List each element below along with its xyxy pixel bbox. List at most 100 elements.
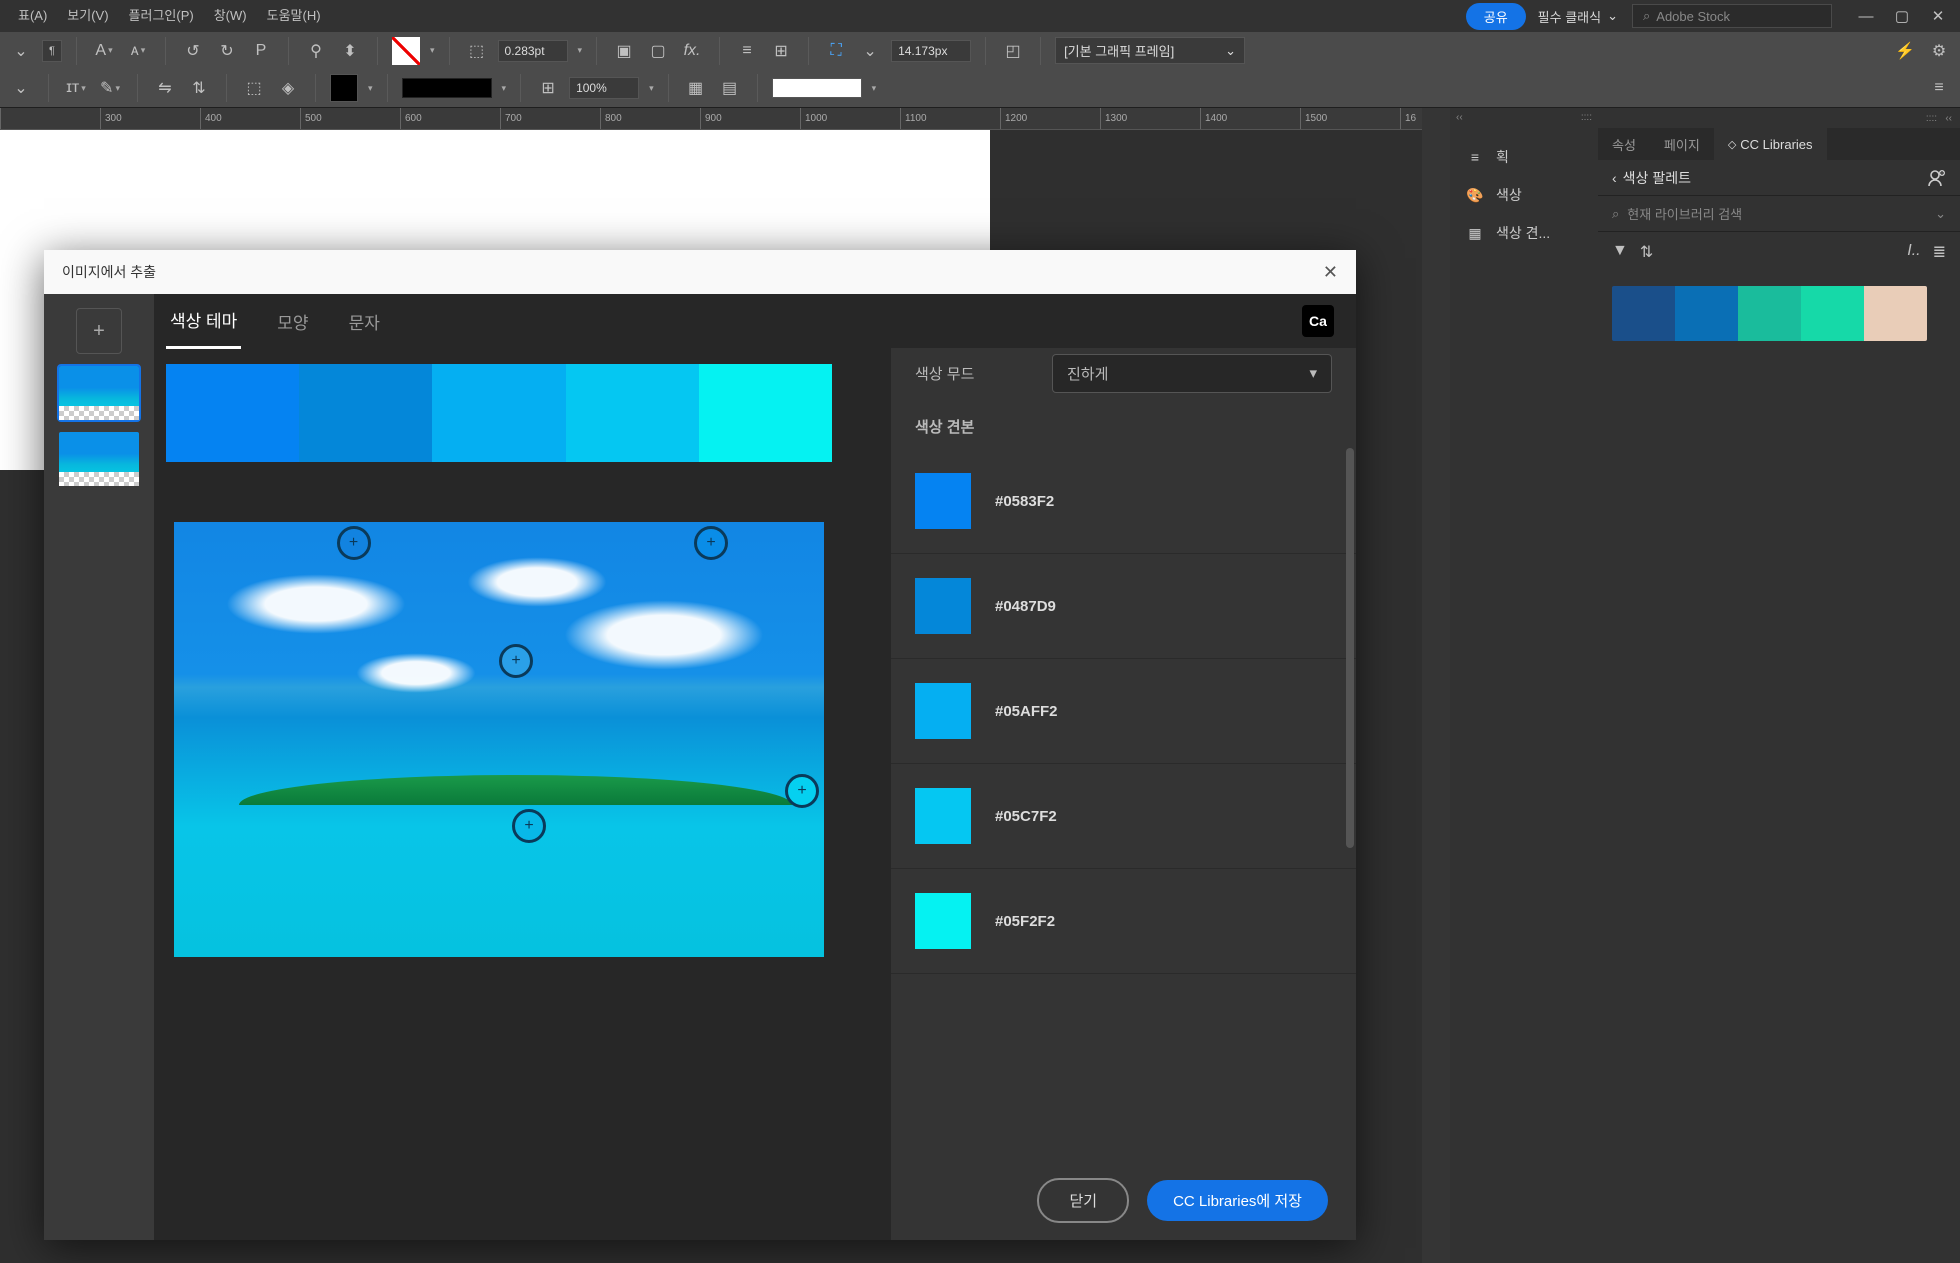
theme-color-3 <box>566 364 699 462</box>
text-path-icon[interactable]: P <box>248 38 274 64</box>
stroke-color-caret[interactable]: ▾ <box>368 83 373 94</box>
px-input[interactable]: 14.173px <box>891 40 971 62</box>
px-caret[interactable]: ⌄ <box>857 38 883 64</box>
tab-properties[interactable]: 속성 <box>1598 128 1650 160</box>
grip-icon[interactable]: :::: <box>1581 112 1592 123</box>
align-text-icon[interactable]: ≡ <box>734 38 760 64</box>
wrap-none-icon[interactable]: ▦ <box>683 75 709 101</box>
share-button[interactable]: 공유 <box>1466 3 1526 30</box>
stroke-color-swatch[interactable] <box>330 74 358 102</box>
tab-color-themes[interactable]: 색상 테마 <box>166 293 241 349</box>
stroke-toggle-icon[interactable]: ⬚ <box>464 38 490 64</box>
tool-dropdown[interactable]: ⌄ <box>8 38 34 64</box>
tt-icon[interactable]: ɪᴛ▾ <box>63 75 89 101</box>
gear-icon[interactable]: ⚙ <box>1926 38 1952 64</box>
menu-plugins[interactable]: 플러그인(P) <box>119 0 204 32</box>
flip-h-icon[interactable]: ⇋ <box>152 75 178 101</box>
menu-help[interactable]: 도움말(H) <box>257 0 331 32</box>
field-caret[interactable]: ▾ <box>872 83 877 94</box>
swatch-row-2[interactable]: #05AFF2 <box>891 659 1356 764</box>
menu-view[interactable]: 보기(V) <box>57 0 118 32</box>
stroke-caret[interactable]: ▾ <box>578 45 583 56</box>
color-picker-dot-2[interactable]: + <box>499 644 533 678</box>
filter-icon[interactable]: ▼ <box>1612 242 1628 262</box>
select-content-icon[interactable]: ◈ <box>275 75 301 101</box>
thumbnail-1[interactable] <box>59 366 139 420</box>
add-image-button[interactable]: + <box>76 308 122 354</box>
flip-v-icon[interactable]: ⇅ <box>186 75 212 101</box>
sort-icon[interactable]: ⇅ <box>1640 242 1653 262</box>
list-view-icon[interactable]: ≣ <box>1933 242 1946 262</box>
zoom-input[interactable]: 100% <box>569 77 639 99</box>
workspace-dropdown[interactable]: 필수 클래식 ⌄ <box>1538 7 1618 26</box>
zoom-caret[interactable]: ▾ <box>649 83 654 94</box>
libraries-header: ‹ 색상 팔레트 <box>1598 160 1960 196</box>
user-add-icon[interactable] <box>1926 168 1946 188</box>
stroke-weight-input[interactable]: 0.283pt <box>498 40 568 62</box>
tab-text[interactable]: 문자 <box>345 295 384 348</box>
size-icon[interactable]: I.. <box>1907 242 1920 262</box>
panel-menu-icon[interactable]: ≡ <box>1926 75 1952 101</box>
transform-icon[interactable]: ⛶ <box>823 38 849 64</box>
swatch-row-4[interactable]: #05F2F2 <box>891 869 1356 974</box>
save-to-libraries-button[interactable]: CC Libraries에 저장 <box>1147 1180 1328 1221</box>
library-tools: ▼ ⇅ I.. ≣ <box>1598 232 1960 272</box>
frame-empty-icon[interactable]: ▢ <box>645 38 671 64</box>
scrollbar[interactable] <box>1346 398 1356 1078</box>
swatch-row-1[interactable]: #0487D9 <box>891 554 1356 659</box>
swatch-row-0[interactable]: #0583F2 <box>891 449 1356 554</box>
select-container-icon[interactable]: ⬚ <box>241 75 267 101</box>
panel-stroke[interactable]: ≡ 획 <box>1450 138 1598 176</box>
rotate-ccw-icon[interactable]: ↺ <box>180 38 206 64</box>
wrap-around-icon[interactable]: ▤ <box>717 75 743 101</box>
close-icon[interactable]: ✕ <box>1323 262 1338 283</box>
mood-dropdown[interactable]: 진하게 ▾ <box>1052 354 1332 393</box>
panel-swatches[interactable]: ▦ 색상 견... <box>1450 214 1598 252</box>
fx-icon[interactable]: fx. <box>679 38 705 64</box>
color-picker-dot-1[interactable]: + <box>694 526 728 560</box>
anchor-icon[interactable]: ⚲ <box>303 38 329 64</box>
char-a-icon[interactable]: A▾ <box>91 38 117 64</box>
close-button[interactable]: 닫기 <box>1037 1178 1129 1223</box>
object-style-dropdown[interactable]: [기본 그래픽 프레임] ⌄ <box>1055 37 1245 64</box>
image-preview[interactable]: + + + + + <box>174 522 824 957</box>
stroke-style-dropdown[interactable] <box>402 78 492 98</box>
field-white[interactable] <box>772 78 862 98</box>
color-picker-dot-4[interactable]: + <box>785 774 819 808</box>
color-picker-dot-3[interactable]: + <box>512 809 546 843</box>
frame-fit-icon[interactable]: ▣ <box>611 38 637 64</box>
fill-caret[interactable]: ▾ <box>430 45 435 56</box>
panel-grip[interactable] <box>1422 108 1450 1263</box>
pen-icon[interactable]: ✎▾ <box>97 75 123 101</box>
opacity-grid-icon[interactable]: ⊞ <box>535 75 561 101</box>
minimize-button[interactable]: — <box>1852 6 1880 26</box>
palette-icon: 🎨 <box>1464 184 1486 206</box>
paragraph-mode-icon[interactable]: ¶ <box>42 40 62 62</box>
close-button[interactable]: ✕ <box>1924 6 1952 26</box>
back-button[interactable]: ‹ 색상 팔레트 <box>1612 168 1691 188</box>
corner-icon[interactable]: ◰ <box>1000 38 1026 64</box>
lightning-icon[interactable]: ⚡ <box>1892 38 1918 64</box>
panel-color[interactable]: 🎨 색상 <box>1450 176 1598 214</box>
maximize-button[interactable]: ▢ <box>1888 6 1916 26</box>
vertical-text-icon[interactable]: ⬍ <box>337 38 363 64</box>
tab-pages[interactable]: 페이지 <box>1650 128 1714 160</box>
color-picker-dot-0[interactable]: + <box>337 526 371 560</box>
menu-table[interactable]: 표(A) <box>8 0 57 32</box>
swatch-row-3[interactable]: #05C7F2 <box>891 764 1356 869</box>
tab-shapes[interactable]: 모양 <box>273 295 312 348</box>
adobe-stock-search[interactable]: ⌕ Adobe Stock <box>1632 4 1832 28</box>
font-size-icon[interactable]: ᴀ▾ <box>125 38 151 64</box>
library-search[interactable]: ⌕ 현재 라이브러리 검색 ⌄ <box>1598 196 1960 232</box>
thumbnail-2[interactable] <box>59 432 139 486</box>
tab-cc-libraries[interactable]: ◇ CC Libraries <box>1714 128 1827 160</box>
measure-dropdown[interactable]: ⌄ <box>8 75 34 101</box>
palette-asset[interactable] <box>1598 272 1960 355</box>
collapse-arrows-icon[interactable]: ‹‹ <box>1456 112 1463 123</box>
menu-window[interactable]: 창(W) <box>204 0 257 32</box>
fill-none-swatch[interactable] <box>392 37 420 65</box>
stroke-style-caret[interactable]: ▾ <box>502 83 507 94</box>
wrap-text-icon[interactable]: ⊞ <box>768 38 794 64</box>
rotate-cw-icon[interactable]: ↻ <box>214 38 240 64</box>
panel-grip-top[interactable]: :::: ‹‹ <box>1598 108 1960 128</box>
